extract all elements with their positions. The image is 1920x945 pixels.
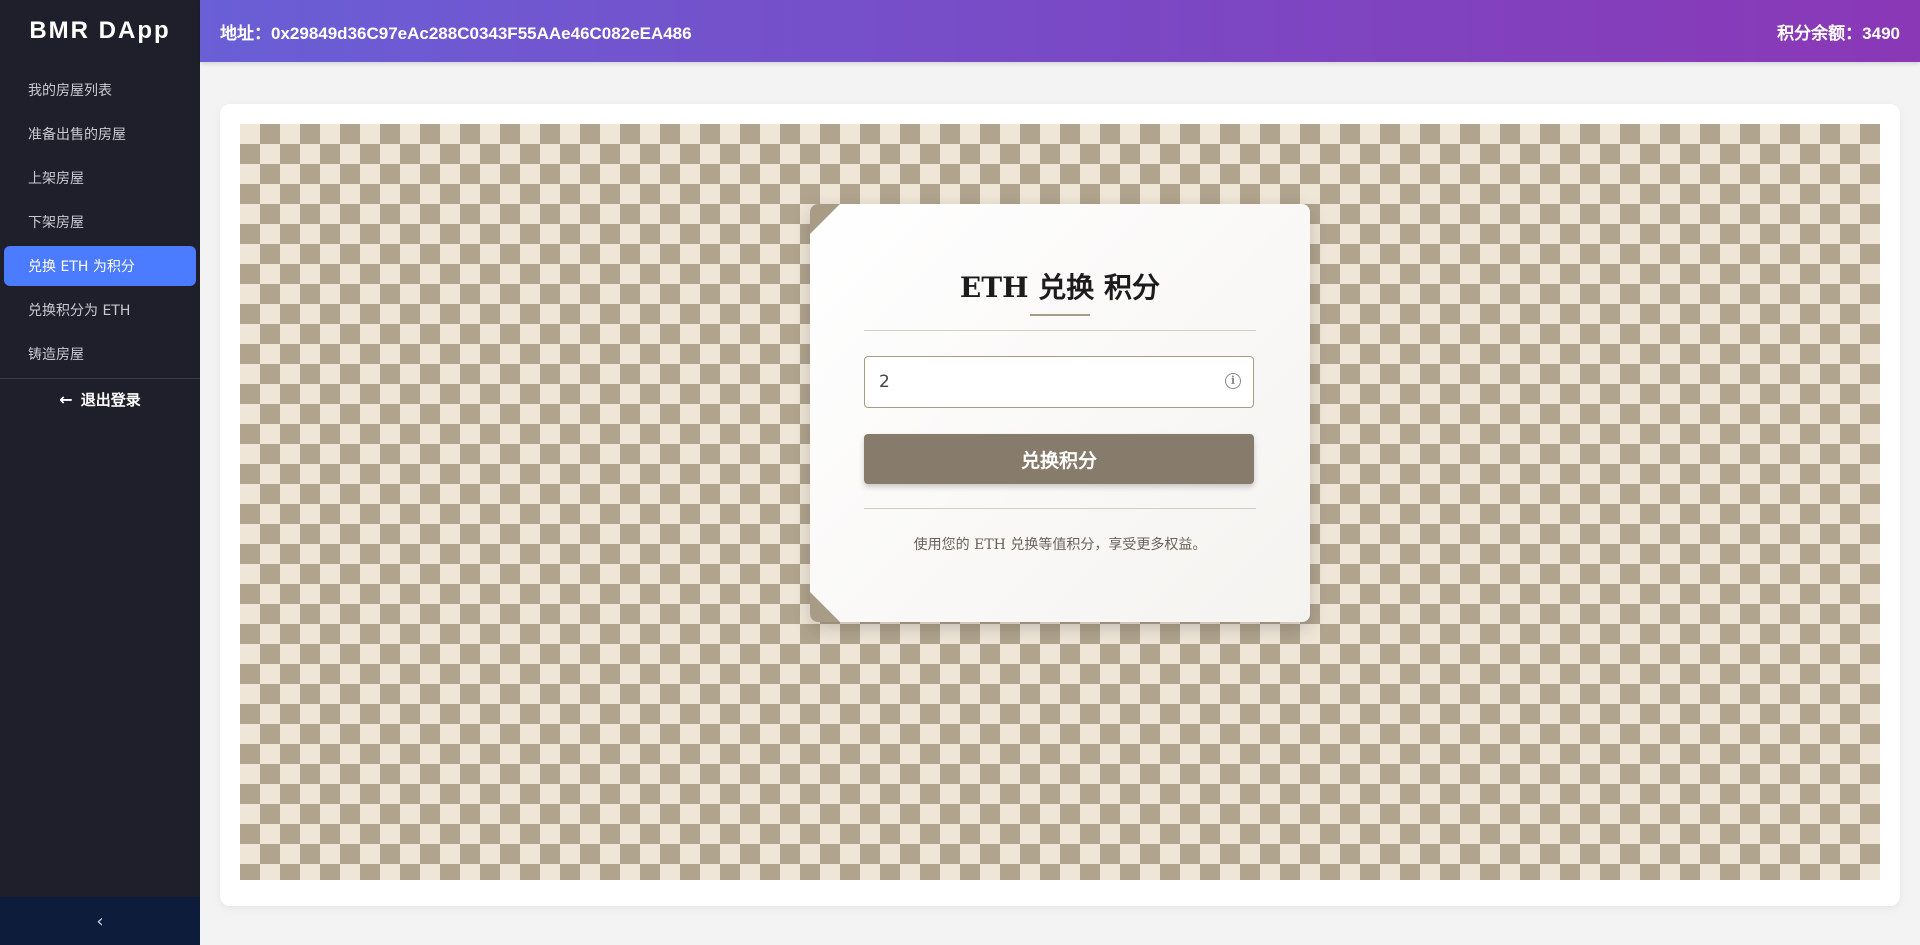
sidebar-item-eth-to-points[interactable]: 兑换 ETH 为积分 [4,246,196,286]
sidebar-item-delist-house[interactable]: 下架房屋 [0,202,200,242]
sidebar-collapse-button[interactable]: ‹ [0,897,200,945]
exchange-note: 使用您的 ETH 兑换等值积分，享受更多权益。 [913,537,1207,553]
exchange-points-button[interactable]: 兑换积分 [864,434,1254,484]
chevron-left-icon: ‹ [96,910,104,932]
logout-button[interactable]: ← 退出登录 [0,378,200,419]
sidebar-item-points-to-eth[interactable]: 兑换积分为 ETH [0,290,200,330]
sidebar: BMR DApp 我的房屋列表 准备出售的房屋 上架房屋 下架房屋 兑换 ETH… [0,0,200,945]
points-balance: 积分余额：3490 [1777,23,1900,43]
sidebar-item-my-houses[interactable]: 我的房屋列表 [0,70,200,110]
eth-amount-input[interactable] [877,357,1201,407]
sidebar-item-houses-for-sale[interactable]: 准备出售的房屋 [0,114,200,154]
sidebar-menu: 我的房屋列表 准备出售的房屋 上架房屋 下架房屋 兑换 ETH 为积分 兑换积分… [0,70,200,374]
info-icon[interactable]: i [1225,373,1241,389]
exchange-card: ETH 兑换 积分 i 兑换积分 使用您的 ETH 兑换等值积分，享受更多权益。 [810,204,1310,622]
eth-amount-field: i [864,356,1254,408]
title-underline [1030,314,1090,316]
folded-corner-top [810,204,840,234]
divider-bottom [864,508,1256,509]
sidebar-item-list-house[interactable]: 上架房屋 [0,158,200,198]
logout-label: 退出登录 [80,390,141,409]
exchange-title: ETH 兑换 积分 [959,271,1161,304]
top-header: 地址：0x29849d36C97eAc288C0343F55AAe46C082e… [200,0,1920,62]
folded-corner-bottom [810,592,840,622]
divider-top [864,330,1256,331]
wallet-address: 地址：0x29849d36C97eAc288C0343F55AAe46C082e… [220,23,692,43]
arrow-left-icon: ← [59,389,73,409]
brand-logo: BMR DApp [29,17,171,44]
sidebar-item-mint-house[interactable]: 铸造房屋 [0,334,200,374]
